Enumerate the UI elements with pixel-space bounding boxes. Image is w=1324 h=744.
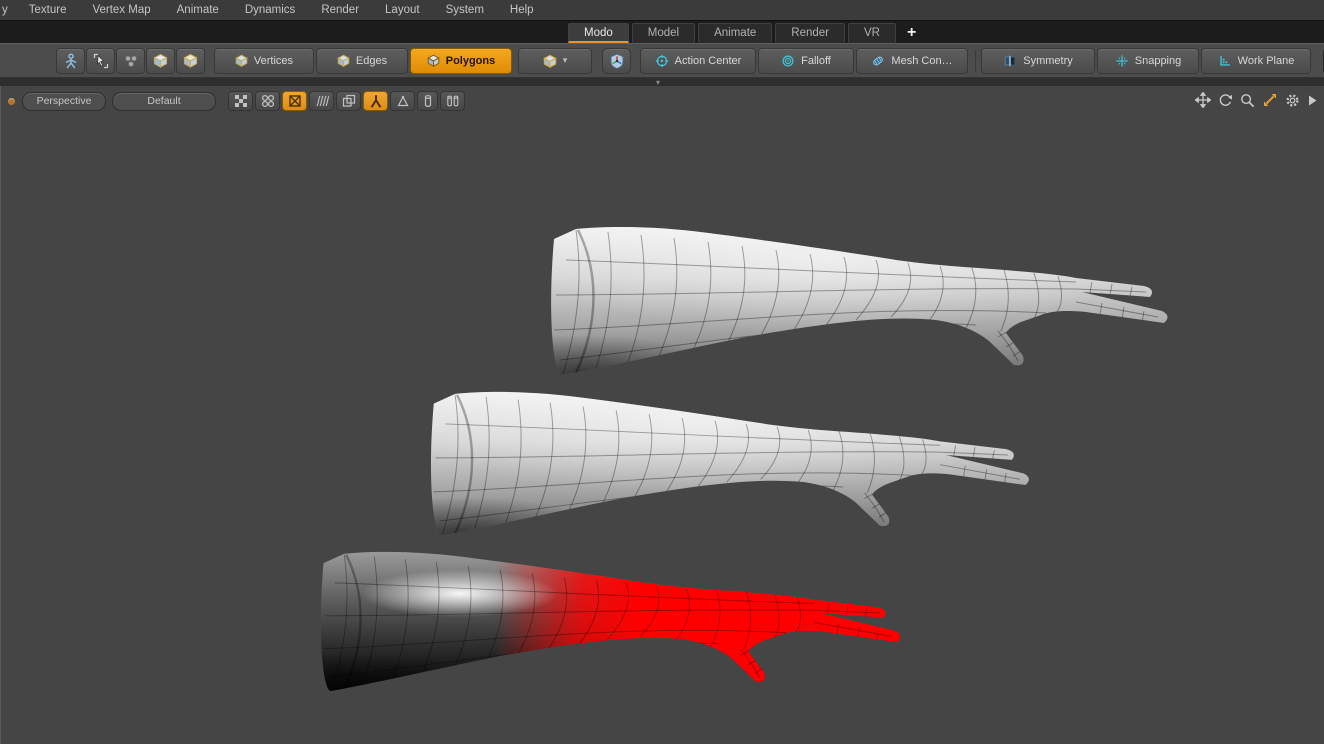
mesh-constraint-icon — [871, 54, 885, 68]
work-plane-button[interactable]: Work Plane — [1201, 48, 1311, 74]
cage-display-button[interactable] — [390, 91, 415, 111]
overlay-rects-icon — [342, 94, 356, 108]
actor-icon — [63, 53, 79, 69]
arm-model-top[interactable] — [551, 227, 1167, 375]
components-mode-button[interactable] — [116, 48, 145, 74]
polygons-mode-button[interactable]: Polygons — [410, 48, 512, 74]
strands-display-button[interactable] — [309, 91, 334, 111]
toolbar-separator — [975, 50, 976, 72]
menu-item-render[interactable]: Render — [308, 4, 372, 16]
polygons-label: Polygons — [446, 55, 496, 67]
arm-model-selected[interactable] — [321, 552, 900, 691]
vertices-label: Vertices — [254, 55, 293, 67]
layout-tab-bar: Modo Model Animate Render VR + — [0, 20, 1324, 43]
edges-mode-button[interactable]: Edges — [316, 48, 408, 74]
cube-icon — [427, 54, 440, 67]
falloff-icon — [781, 54, 795, 68]
main-toolbar: Vertices Edges Polygons — [0, 43, 1324, 78]
gear-icon[interactable] — [1285, 93, 1300, 108]
snapping-icon — [1115, 54, 1129, 68]
modo-window: y Texture Vertex Map Animate Dynamics Re… — [0, 0, 1324, 744]
rotate-icon[interactable] — [1218, 93, 1233, 108]
tab-render[interactable]: Render — [775, 23, 845, 43]
cube-icon — [235, 54, 248, 67]
cube-icon — [337, 54, 350, 67]
slice-display-button[interactable] — [417, 91, 438, 111]
menu-item-partial[interactable]: y — [0, 4, 16, 16]
chevron-down-icon: ▾ — [563, 56, 568, 65]
work-plane-label: Work Plane — [1238, 55, 1295, 67]
menu-item-animate[interactable]: Animate — [164, 4, 232, 16]
cube-mode-button-a[interactable] — [146, 48, 175, 74]
tab-vr[interactable]: VR — [848, 23, 896, 43]
play-icon[interactable] — [1307, 94, 1318, 107]
maximize-icon[interactable] — [1262, 92, 1278, 108]
edges-label: Edges — [356, 55, 387, 67]
add-tab-button[interactable]: + — [907, 25, 916, 41]
viewport-nav-controls — [1195, 92, 1318, 108]
vertex-display-button[interactable] — [255, 91, 280, 111]
viewport-3d: Perspective Default — [0, 86, 1324, 744]
tab-animate[interactable]: Animate — [698, 23, 772, 43]
mesh-constraint-label: Mesh Con… — [891, 55, 952, 67]
menu-item-vertex-map[interactable]: Vertex Map — [79, 4, 163, 16]
cube-icon — [153, 53, 168, 68]
shading-style-button[interactable] — [228, 91, 253, 111]
symmetry-label: Symmetry — [1023, 55, 1073, 67]
pan-icon[interactable] — [1195, 92, 1211, 108]
camera-type-dropdown[interactable]: Perspective — [22, 92, 106, 111]
view-preset-dropdown[interactable]: Default — [112, 92, 216, 111]
checker-icon — [234, 94, 248, 108]
strands-icon — [315, 94, 329, 108]
selection-display-button[interactable] — [282, 91, 307, 111]
work-plane-icon — [1218, 54, 1232, 68]
viewport-header: Perspective Default — [1, 91, 1324, 111]
item-selection-dropdown[interactable]: ▾ — [518, 48, 592, 74]
zoom-icon[interactable] — [1240, 93, 1255, 108]
arm-model-middle[interactable] — [431, 392, 1029, 536]
auto-select-cursor-icon — [93, 53, 109, 69]
cube-mode-button-b[interactable] — [176, 48, 205, 74]
quad-circles-icon — [261, 94, 275, 108]
action-center-button[interactable]: Action Center — [640, 48, 756, 74]
slices-display-button[interactable] — [440, 91, 465, 111]
selected-box-icon — [288, 94, 302, 108]
menu-item-help[interactable]: Help — [497, 4, 547, 16]
overlay-display-button[interactable] — [336, 91, 361, 111]
cube-icon — [543, 54, 557, 68]
tab-modo[interactable]: Modo — [568, 23, 629, 43]
menu-bar: y Texture Vertex Map Animate Dynamics Re… — [0, 0, 1324, 20]
snapping-button[interactable]: Snapping — [1097, 48, 1199, 74]
mesh-constraint-button[interactable]: Mesh Con… — [856, 48, 968, 74]
menu-item-dynamics[interactable]: Dynamics — [232, 4, 308, 16]
figure-icon — [369, 94, 383, 108]
action-center-label: Action Center — [675, 55, 742, 67]
menu-item-texture[interactable]: Texture — [16, 4, 80, 16]
tab-model[interactable]: Model — [632, 23, 695, 43]
cylinders-icon — [446, 94, 460, 108]
vertices-mode-button[interactable]: Vertices — [214, 48, 314, 74]
items-mode-button[interactable] — [56, 48, 85, 74]
axes-shield-icon — [609, 53, 625, 69]
symmetry-button[interactable]: Symmetry — [981, 48, 1095, 74]
action-center-icon — [655, 54, 669, 68]
menu-item-system[interactable]: System — [433, 4, 497, 16]
menu-item-layout[interactable]: Layout — [372, 4, 433, 16]
components-icon — [123, 53, 139, 69]
figure-display-button[interactable] — [363, 91, 388, 111]
cage-icon — [396, 94, 410, 108]
cylinder-icon — [422, 94, 434, 108]
cube-icon — [183, 53, 198, 68]
viewport-canvas[interactable] — [1, 86, 1324, 744]
snapping-label: Snapping — [1135, 55, 1182, 67]
symmetry-icon — [1003, 54, 1017, 68]
viewport-status-dot[interactable] — [8, 98, 15, 105]
falloff-label: Falloff — [801, 55, 831, 67]
action-axis-button[interactable] — [602, 48, 631, 74]
auto-select-button[interactable] — [86, 48, 115, 74]
falloff-button[interactable]: Falloff — [758, 48, 854, 74]
